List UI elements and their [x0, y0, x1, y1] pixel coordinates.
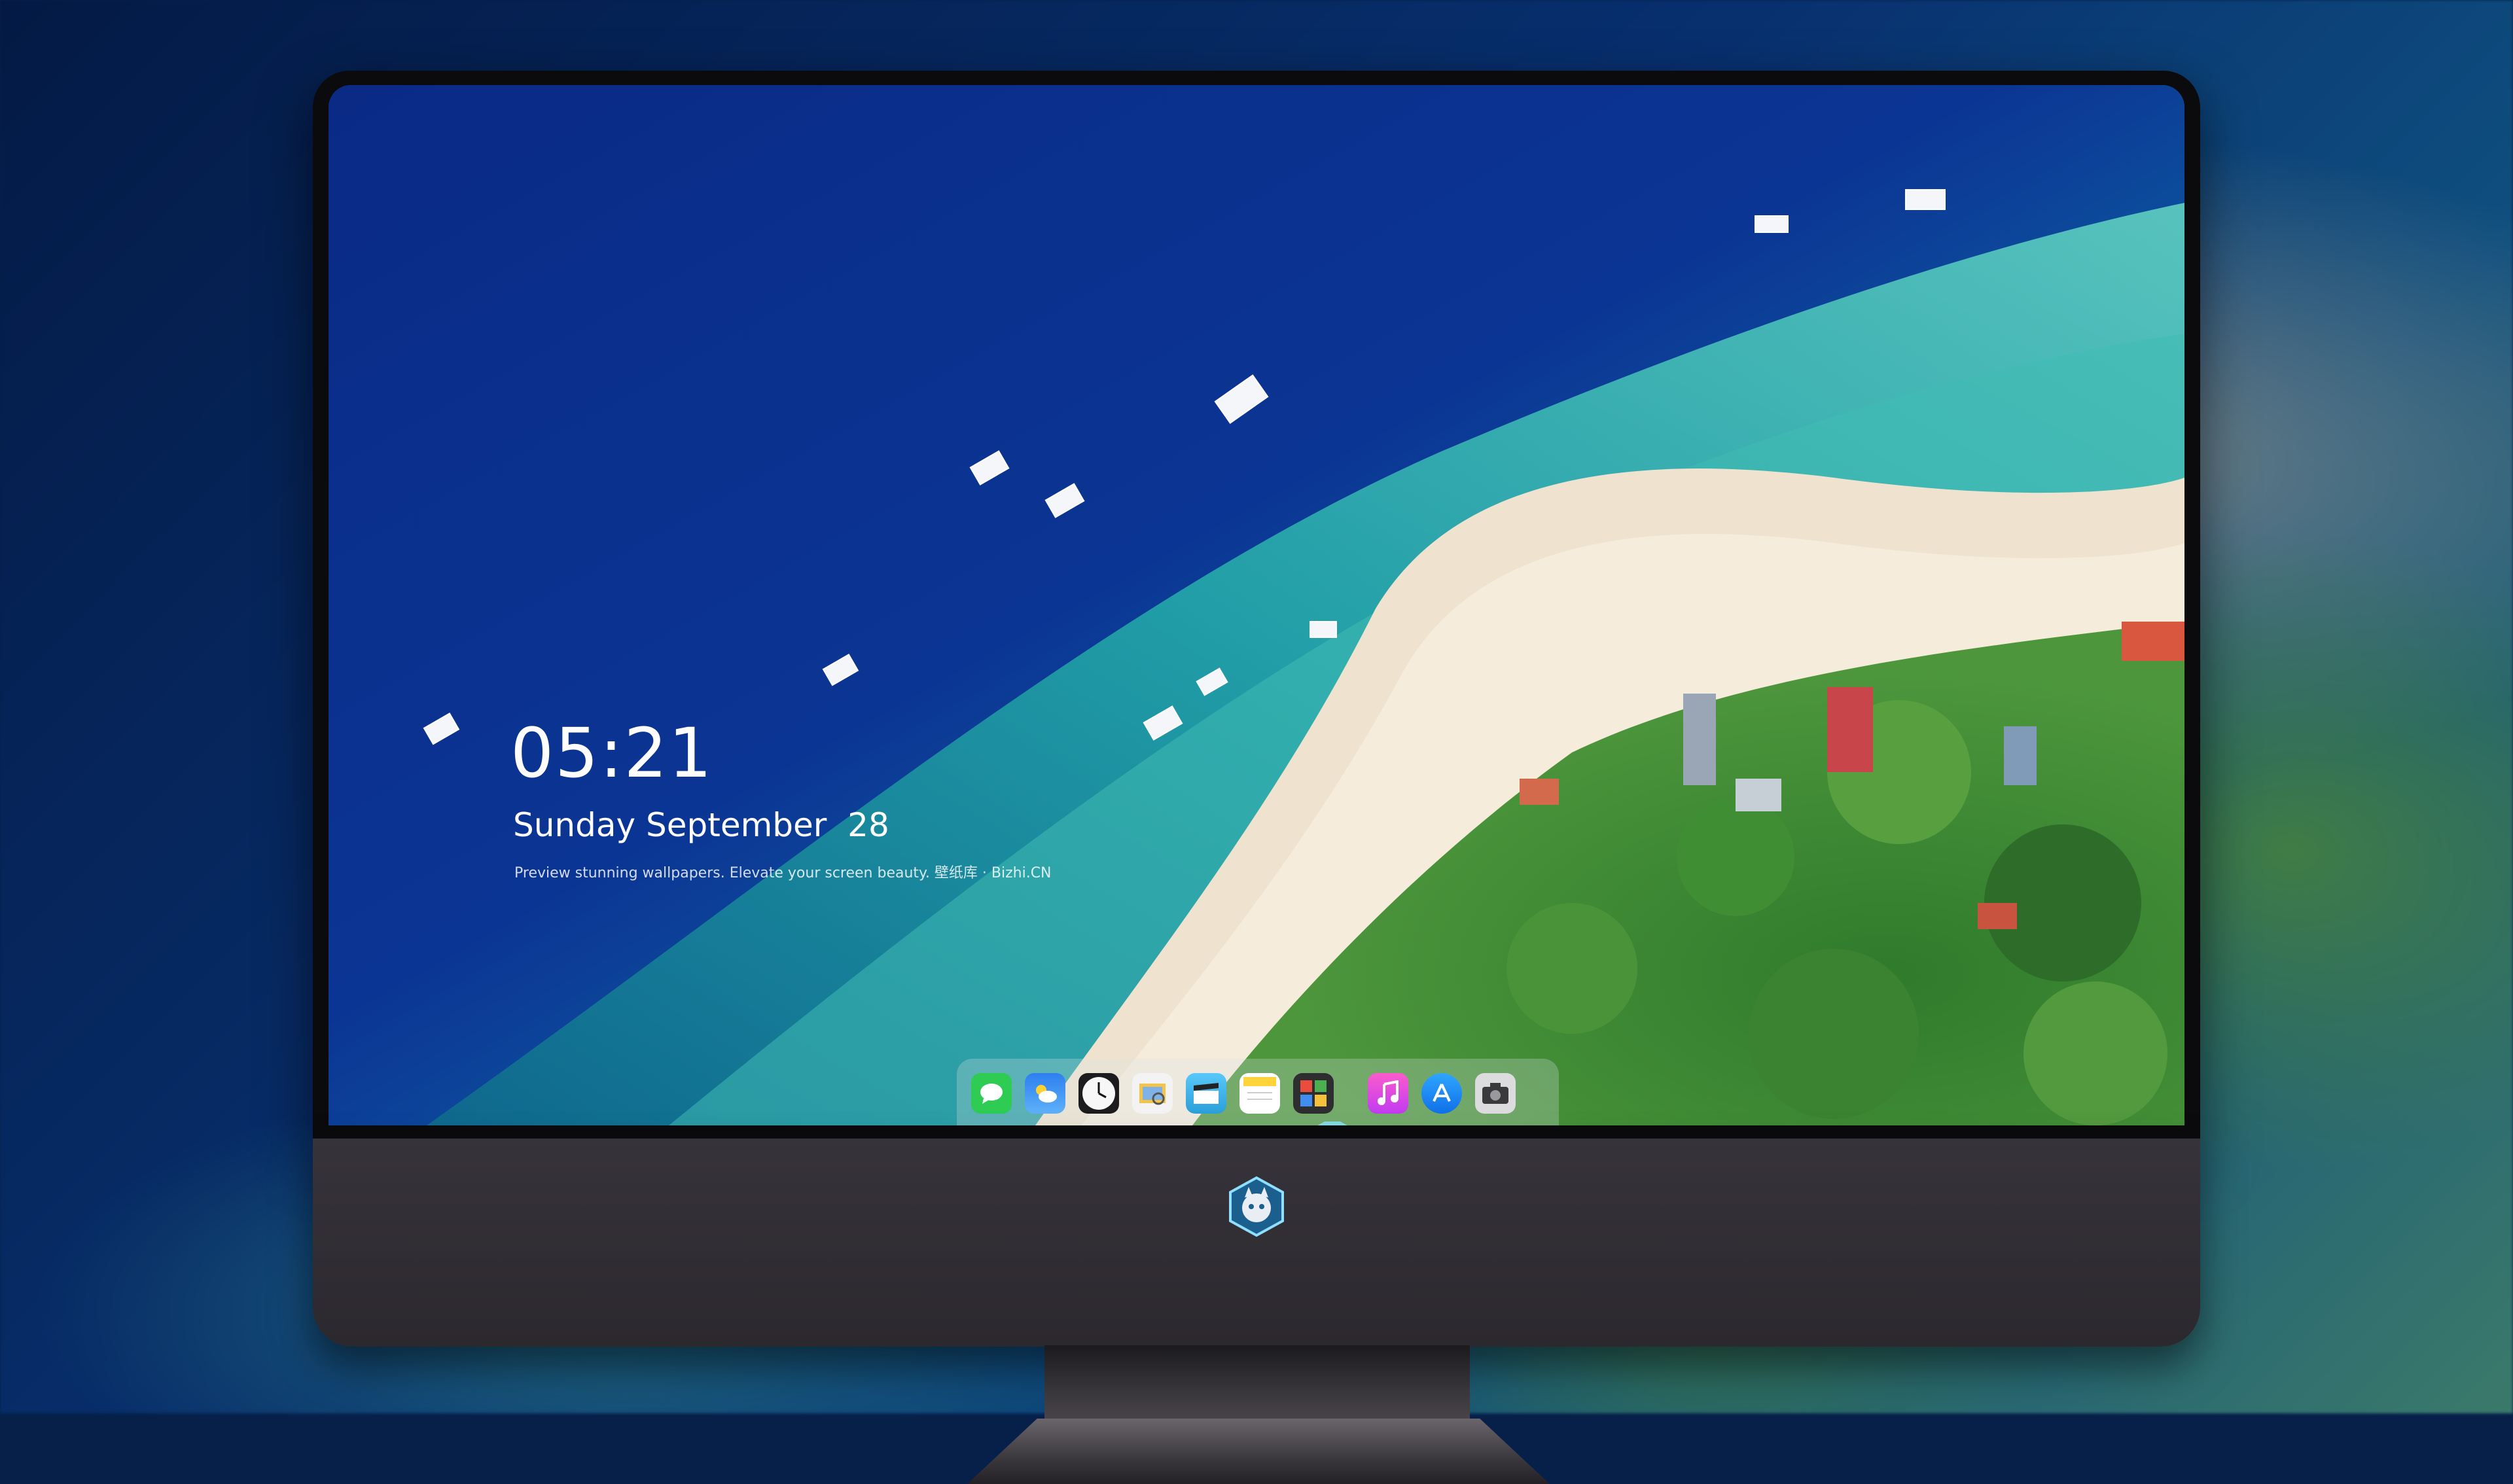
brand-mascot-logo-icon [1225, 1175, 1288, 1238]
music-icon[interactable] [1368, 1073, 1408, 1114]
preview-icon[interactable] [1132, 1073, 1173, 1114]
monitor-stand-base [967, 1419, 1550, 1484]
lockscreen-date: Sunday September 28 [513, 806, 889, 844]
app-store-icon[interactable] [1421, 1073, 1462, 1114]
camera-icon[interactable] [1475, 1073, 1516, 1114]
dock [957, 1059, 1559, 1125]
weather-icon[interactable] [1025, 1073, 1065, 1114]
clips-icon[interactable] [1186, 1073, 1226, 1114]
lockscreen-clock: 05:21 [510, 713, 713, 793]
monitor: 05:21 Sunday September 28 Preview stunni… [313, 71, 2200, 1275]
beach-aerial-wallpaper [329, 85, 2184, 1125]
clock-icon[interactable] [1078, 1073, 1119, 1114]
photo-booth-icon[interactable] [1293, 1073, 1334, 1114]
active-app-indicator [1313, 1122, 1352, 1125]
screen[interactable]: 05:21 Sunday September 28 Preview stunni… [329, 85, 2184, 1125]
monitor-chin [313, 1139, 2200, 1347]
messages-icon[interactable] [971, 1073, 1012, 1114]
wallpaper-tagline: Preview stunning wallpapers. Elevate you… [514, 861, 1052, 882]
monitor-stand-neck [1044, 1345, 1470, 1424]
notes-icon[interactable] [1239, 1073, 1280, 1114]
